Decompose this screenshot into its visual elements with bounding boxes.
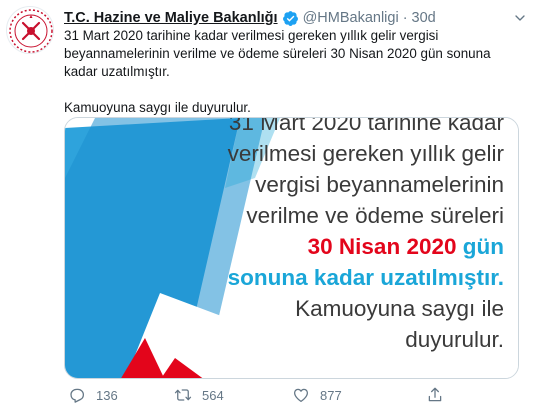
poster-line-blue: sonuna kadar uzatılmıştır. — [227, 265, 504, 290]
share-button[interactable] — [426, 386, 454, 404]
poster-line: verilmesi gereken yıllık gelir — [227, 141, 504, 166]
tweet-text-line: 31 Mart 2020 tarihine kadar verilmesi ge… — [64, 28, 439, 43]
tweet-text-line: Kamuoyuna saygı ile duyurulur. — [64, 100, 251, 115]
poster-line: vergisi beyannamelerinin — [255, 172, 504, 197]
poster-line-highlight: 30 Nisan 2020 gün — [204, 231, 504, 262]
avatar[interactable] — [6, 6, 54, 54]
poster-date: 30 Nisan 2020 — [307, 234, 457, 259]
tweet-text-line: kadar uzatılmıştır. — [64, 64, 170, 79]
reply-button[interactable]: 136 — [68, 386, 118, 404]
handle[interactable]: @HMBakanligi — [303, 10, 399, 26]
retweet-count: 564 — [202, 387, 224, 403]
timestamp[interactable]: 30d — [412, 10, 436, 26]
poster-highlight-blue: gün — [462, 234, 504, 259]
poster-line: verilme ve ödeme süreleri — [246, 203, 504, 228]
reply-count: 136 — [96, 387, 118, 403]
retweet-button[interactable]: 564 — [174, 386, 224, 404]
reply-icon — [70, 388, 85, 403]
tweet-text-line: beyannamelerinin verilme ve ödeme sürele… — [64, 46, 491, 61]
like-count: 877 — [320, 387, 342, 403]
ministry-logo-icon — [9, 9, 53, 53]
chevron-down-icon[interactable] — [512, 10, 528, 26]
like-button[interactable]: 877 — [292, 386, 342, 404]
tweet-text: 31 Mart 2020 tarihine kadar verilmesi ge… — [64, 27, 514, 117]
tweet-card[interactable]: T.C. Hazine ve Maliye Bakanlığı @HMBakan… — [0, 0, 534, 415]
retweet-icon — [174, 389, 192, 401]
display-name[interactable]: T.C. Hazine ve Maliye Bakanlığı — [64, 10, 278, 26]
tweet-header: T.C. Hazine ve Maliye Bakanlığı @HMBakan… — [64, 8, 524, 28]
poster-line: 31 Mart 2020 tarihine kadar — [228, 117, 504, 135]
tweet-actions: 136 564 877 — [60, 386, 480, 410]
verified-badge-icon — [282, 10, 298, 26]
tweet-media-image[interactable]: 31 Mart 2020 tarihine kadar verilmesi ge… — [64, 117, 519, 379]
poster-line: Kamuoyuna saygı ile — [295, 296, 504, 321]
poster-line: duyurulur. — [405, 327, 504, 352]
separator-dot: · — [402, 10, 408, 26]
poster-text: 31 Mart 2020 tarihine kadar verilmesi ge… — [204, 117, 504, 355]
share-icon — [428, 387, 442, 402]
heart-icon — [293, 388, 309, 403]
